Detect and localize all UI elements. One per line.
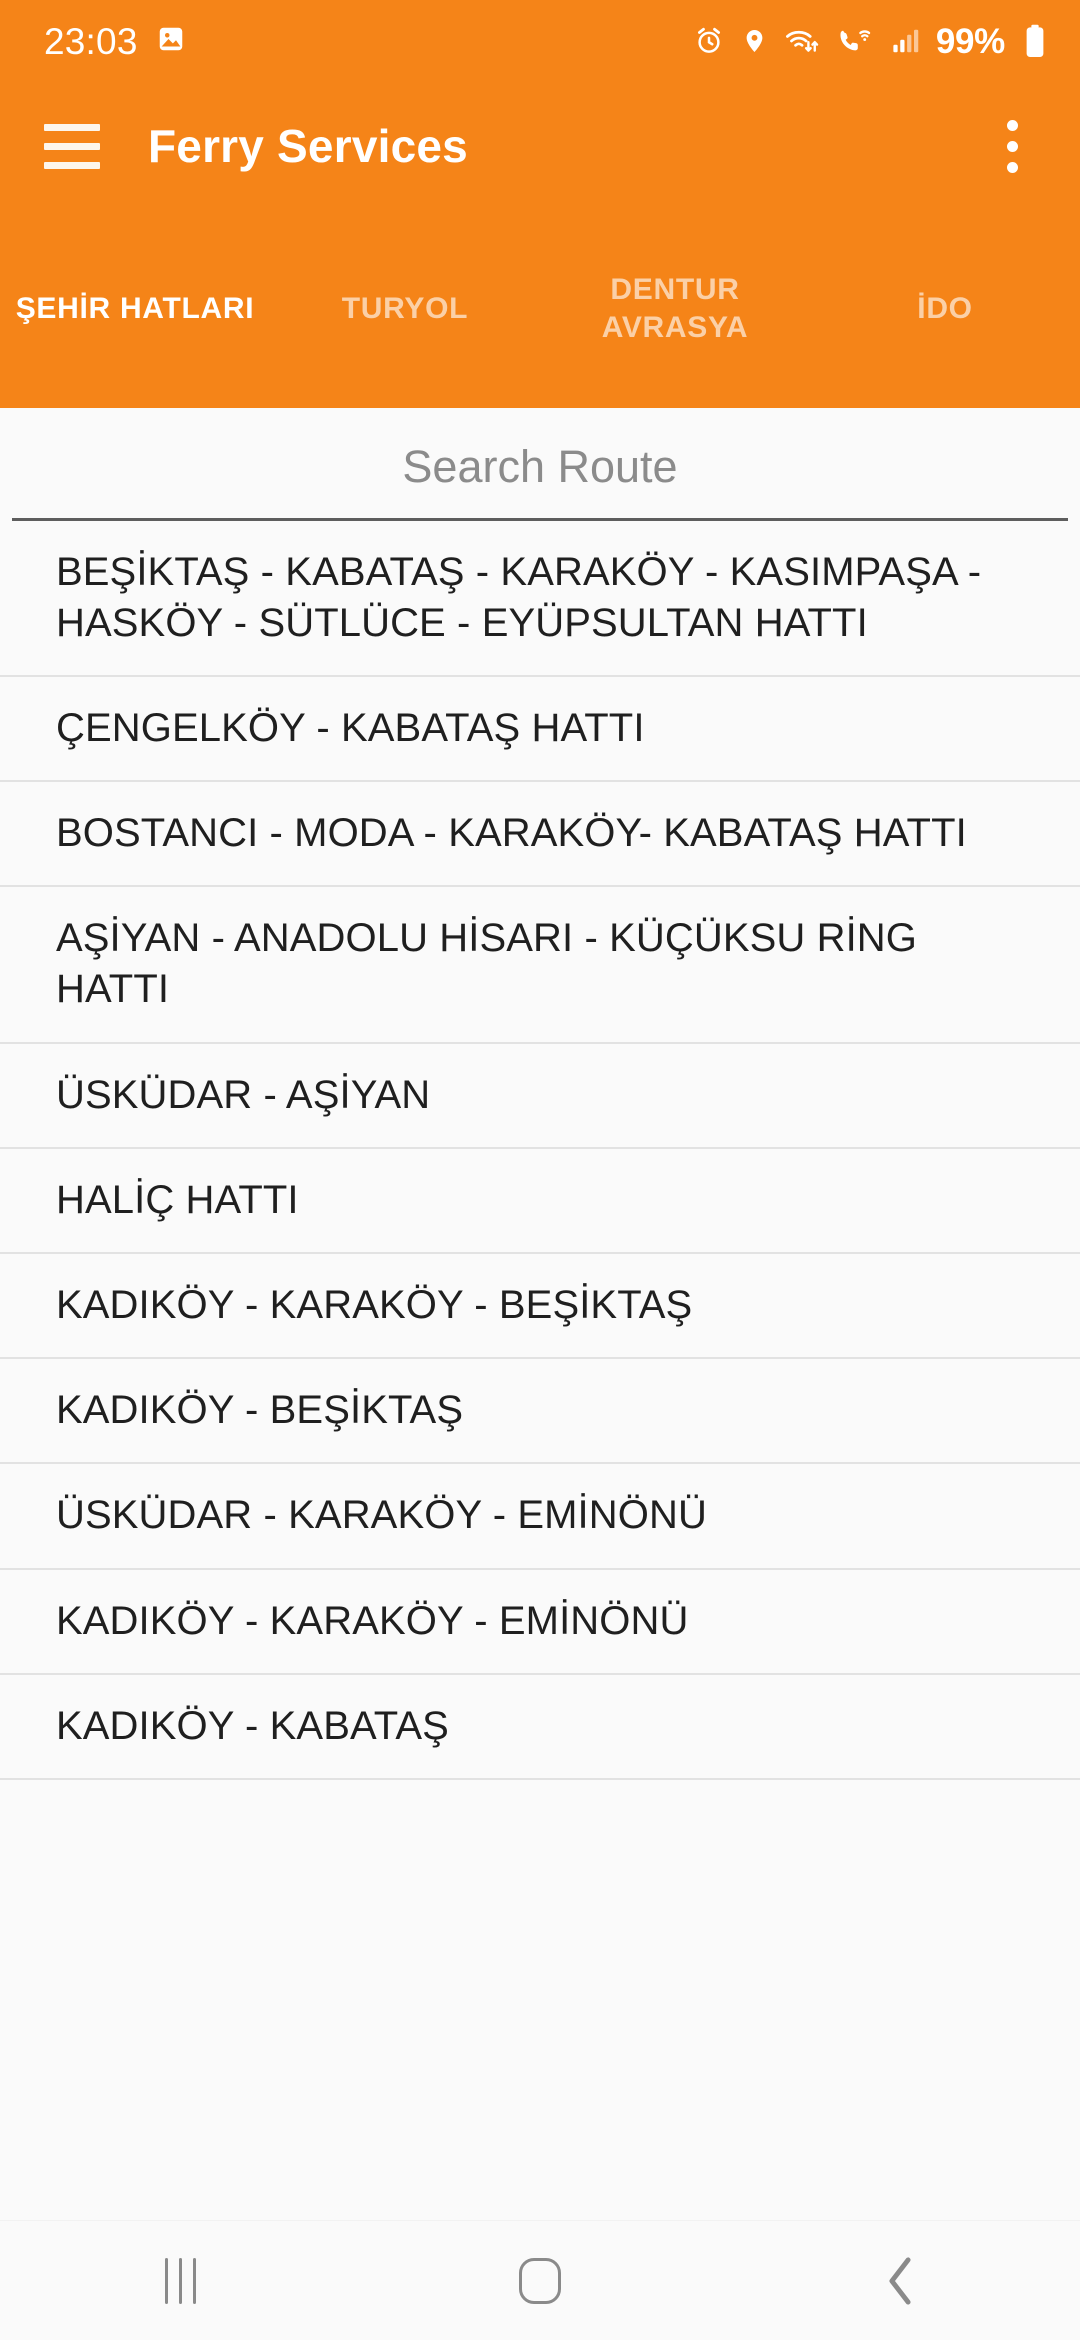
status-bar: 23:03 99% (0, 0, 1080, 82)
route-name: BOSTANCI - MODA - KARAKÖY- KABATAŞ HATTI (56, 811, 967, 856)
status-clock: 23:03 (44, 20, 138, 62)
route-name: KADIKÖY - BEŞİKTAŞ (56, 1388, 464, 1433)
tab-sehir-hatlari[interactable]: ŞEHİR HATLARI (0, 210, 270, 408)
route-name: KADIKÖY - KARAKÖY - EMİNÖNÜ (56, 1598, 689, 1643)
page-title: Ferry Services (148, 120, 468, 172)
tab-label: ŞEHİR HATLARI (15, 292, 255, 326)
overflow-dot (1006, 140, 1018, 152)
overflow-dot (1006, 161, 1018, 173)
phone-screen: 23:03 99% Ferry Services ŞEHİR HATLARI T… (0, 0, 1080, 2340)
overflow-dot (1006, 119, 1018, 131)
status-bar-right: 99% (694, 24, 1046, 59)
route-name: KADIKÖY - KABATAŞ (56, 1703, 449, 1748)
route-name: ÜSKÜDAR - KARAKÖY - EMİNÖNÜ (56, 1493, 707, 1538)
system-navigation-bar (0, 2220, 1080, 2340)
list-item[interactable]: ÜSKÜDAR - KARAKÖY - EMİNÖNÜ (0, 1464, 1080, 1570)
search-input[interactable] (12, 442, 1068, 518)
route-name: HALİÇ HATTI (56, 1177, 299, 1222)
search-route-field (0, 408, 1080, 521)
recents-bar (192, 2257, 196, 2304)
tab-label: İDO (917, 292, 973, 326)
list-item[interactable]: KADIKÖY - KARAKÖY - EMİNÖNÜ (0, 1569, 1080, 1675)
app-bar: Ferry Services (0, 82, 1080, 210)
hamburger-bar (44, 123, 100, 131)
recents-bar (164, 2257, 168, 2304)
list-item[interactable]: KADIKÖY - KABATAŞ (0, 1674, 1080, 1780)
wifi-data-icon (785, 26, 821, 56)
home-icon (519, 2257, 561, 2304)
hamburger-menu-icon[interactable] (40, 114, 104, 178)
route-name: KADIKÖY - KARAKÖY - BEŞİKTAŞ (56, 1283, 693, 1327)
recents-bar (178, 2257, 182, 2304)
overflow-menu-icon[interactable] (980, 112, 1044, 180)
tab-turyol[interactable]: TURYOL (270, 210, 540, 408)
cellular-signal-icon (889, 26, 919, 56)
list-item[interactable]: ÜSKÜDAR - AŞİYAN (0, 1043, 1080, 1149)
content-area: BEŞİKTAŞ - KABATAŞ - KARAKÖY - KASIMPAŞA… (0, 408, 1080, 2220)
route-list: BEŞİKTAŞ - KABATAŞ - KARAKÖY - KASIMPAŞA… (0, 520, 1080, 1780)
list-item[interactable]: KADIKÖY - BEŞİKTAŞ (0, 1359, 1080, 1465)
tab-label: TURYOL (341, 292, 469, 326)
battery-percent-label: 99% (935, 21, 1005, 61)
back-icon (889, 2256, 911, 2305)
back-button[interactable] (720, 2221, 1080, 2340)
recents-button[interactable] (0, 2221, 360, 2340)
list-item[interactable]: BEŞİKTAŞ - KABATAŞ - KARAKÖY - KASIMPAŞA… (0, 520, 1080, 677)
route-name: AŞİYAN - ANADOLU HİSARI - KÜÇÜKSU RİNG H… (56, 916, 917, 1012)
list-item[interactable]: HALİÇ HATTI (0, 1148, 1080, 1254)
list-item[interactable]: ÇENGELKÖY - KABATAŞ HATTI (0, 676, 1080, 783)
tab-ido[interactable]: İDO (810, 210, 1080, 408)
list-item[interactable]: KADIKÖY - KARAKÖY - BEŞİKTAŞ (0, 1254, 1080, 1360)
operator-tab-bar: ŞEHİR HATLARI TURYOL DENTUR AVRASYA İDO (0, 210, 1080, 408)
route-name: BEŞİKTAŞ - KABATAŞ - KARAKÖY - KASIMPAŞA… (56, 549, 982, 645)
list-item[interactable]: AŞİYAN - ANADOLU HİSARI - KÜÇÜKSU RİNG H… (0, 887, 1080, 1044)
recents-icon (164, 2257, 196, 2304)
status-bar-left: 23:03 (44, 23, 186, 60)
home-button[interactable] (360, 2221, 720, 2340)
location-icon (741, 26, 768, 56)
wifi-calling-icon (838, 26, 872, 56)
battery-icon (1024, 24, 1046, 58)
tab-label: DENTUR AVRASYA (601, 273, 749, 344)
gallery-image-icon (156, 24, 186, 59)
tab-dentur-avrasya[interactable]: DENTUR AVRASYA (540, 210, 810, 408)
list-item[interactable]: BOSTANCI - MODA - KARAKÖY- KABATAŞ HATTI (0, 782, 1080, 888)
hamburger-bar (44, 142, 100, 150)
alarm-icon (694, 26, 724, 56)
route-name: ÇENGELKÖY - KABATAŞ HATTI (56, 705, 645, 750)
route-name: ÜSKÜDAR - AŞİYAN (56, 1072, 431, 1117)
hamburger-bar (44, 161, 100, 169)
